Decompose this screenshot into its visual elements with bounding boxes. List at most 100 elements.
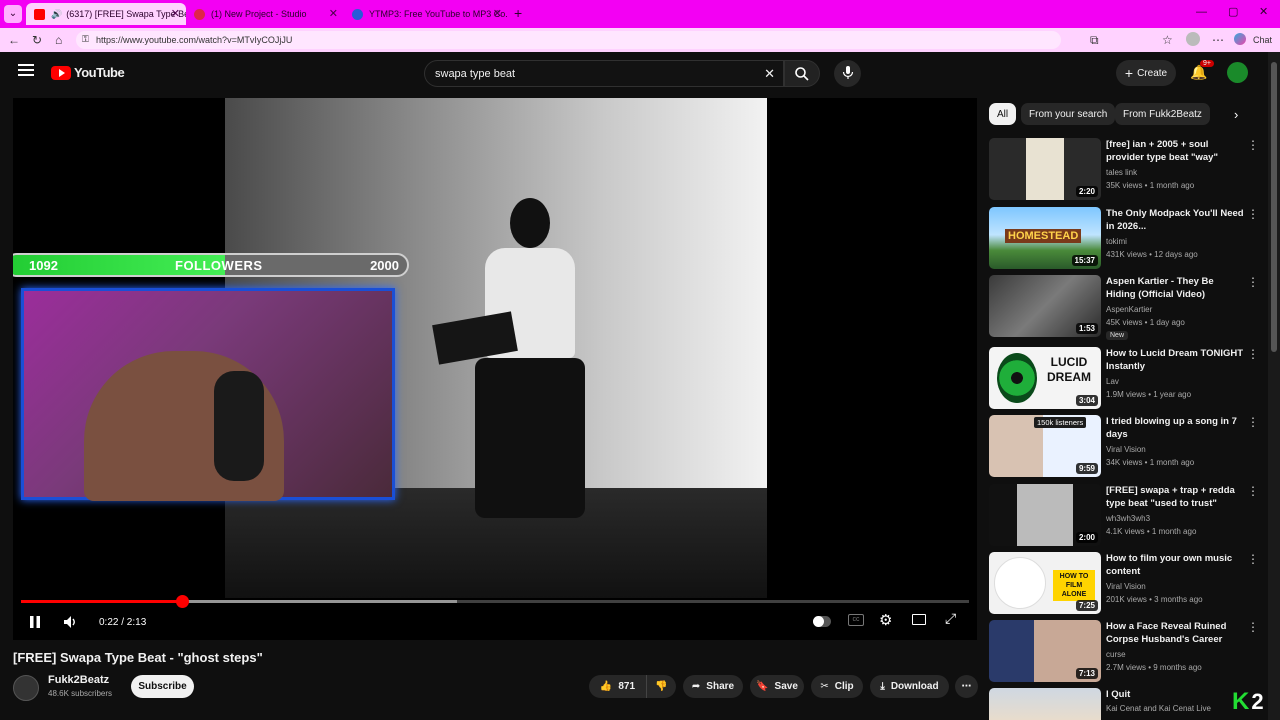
pause-button[interactable] <box>29 615 41 632</box>
address-field[interactable]: ⚿ https://www.youtube.com/watch?v=MTvIyC… <box>76 31 1061 49</box>
voice-search-button[interactable] <box>834 60 861 87</box>
more-vert-icon[interactable]: ⋮ <box>1247 415 1259 429</box>
fullscreen-icon[interactable]: ⤢ <box>945 610 956 627</box>
tab-list-icon[interactable]: ⌄ <box>4 5 22 23</box>
rec-title: How to Lucid Dream TONIGHT Instantly <box>1106 348 1244 372</box>
save-button[interactable]: 🔖 Save <box>750 675 804 698</box>
list-item[interactable]: 2:20 [free] ian + 2005 + soul provider t… <box>989 138 1265 202</box>
thumbnail-circle <box>994 557 1046 609</box>
video-thumbnail: HOW TO FILM ALONE 7:25 <box>989 552 1101 614</box>
duration-badge: 7:25 <box>1075 600 1098 611</box>
list-item[interactable]: 7:13 How a Face Reveal Ruined Corpse Hus… <box>989 620 1265 684</box>
tab-studio[interactable]: (1) New Project - Studio ✕ <box>186 3 344 25</box>
channel-avatar[interactable] <box>13 675 39 701</box>
progress-bar[interactable] <box>21 595 969 608</box>
chip-from-channel[interactable]: From Fukk2Beatz <box>1115 103 1210 125</box>
chip-all[interactable]: All <box>989 103 1017 125</box>
close-icon[interactable]: ✕ <box>493 7 502 20</box>
list-item[interactable]: 1:53 Aspen Kartier - They Be Hiding (Off… <box>989 275 1265 340</box>
autoplay-toggle[interactable] <box>813 616 831 627</box>
scrollbar-thumb[interactable] <box>1271 62 1277 352</box>
thumbs-up-icon: 👍 <box>599 681 613 692</box>
volume-button[interactable] <box>63 615 79 632</box>
rec-channel: tokimi <box>1106 237 1127 246</box>
notification-count-badge: 9+ <box>1200 60 1214 67</box>
rec-meta: 45K views • 1 day ago <box>1106 318 1185 327</box>
hamburger-menu-icon[interactable] <box>18 64 34 76</box>
new-tab-button[interactable]: + <box>514 5 522 21</box>
list-item[interactable]: HOMESTEAD 15:37 The Only Modpack You'll … <box>989 207 1265 271</box>
captions-icon[interactable]: cc <box>848 614 864 626</box>
more-actions-button[interactable]: ⋯ <box>955 675 978 698</box>
settings-gear-icon[interactable]: ⚙ <box>879 611 892 629</box>
profile-icon[interactable] <box>1186 32 1200 46</box>
rec-channel: AspenKartier <box>1106 305 1153 314</box>
favorites-icon[interactable]: ☆ <box>1162 33 1173 47</box>
miniplayer-icon[interactable] <box>912 614 926 625</box>
headphones-icon <box>214 371 264 481</box>
page-scrollbar[interactable] <box>1268 52 1280 720</box>
clip-button[interactable]: ✂ Clip <box>811 675 863 698</box>
notifications-button[interactable]: 🔔 9+ <box>1190 60 1214 82</box>
list-item[interactable]: LUCID DREAM 3:04 How to Lucid Dream TONI… <box>989 347 1265 411</box>
chips-next-icon[interactable]: › <box>1234 107 1238 122</box>
list-item[interactable]: 2:00 [FREE] swapa + trap + redda type be… <box>989 484 1265 548</box>
window-close-icon[interactable]: ✕ <box>1259 5 1268 18</box>
video-person <box>432 198 595 558</box>
more-vert-icon[interactable]: ⋮ <box>1247 552 1259 566</box>
subscribe-button[interactable]: Subscribe <box>131 675 194 698</box>
download-button[interactable]: ⤓ Download <box>870 675 949 698</box>
chat-label[interactable]: Chat <box>1253 35 1272 45</box>
search-button[interactable] <box>784 60 820 87</box>
chip-from-search[interactable]: From your search <box>1021 103 1116 125</box>
duration-badge: 2:00 <box>1075 532 1098 543</box>
video-thumbnail: HOMESTEAD 15:37 <box>989 207 1101 269</box>
like-button[interactable]: 👍 871 <box>589 675 646 698</box>
dislike-button[interactable]: 👎 <box>646 675 676 698</box>
list-item[interactable]: I Quit Kai Cenat and Kai Cenat Live <box>989 688 1265 720</box>
site-info-icon[interactable]: ⚿ <box>82 34 89 45</box>
channel-name[interactable]: Fukk2Beatz <box>48 674 109 686</box>
webcam-overlay <box>21 288 395 501</box>
maximize-icon[interactable]: ▢ <box>1228 5 1238 18</box>
subscriber-count: 48.6K subscribers <box>48 689 113 698</box>
create-button[interactable]: + Create <box>1116 60 1176 86</box>
more-vert-icon[interactable]: ⋮ <box>1247 484 1259 498</box>
more-vert-icon[interactable]: ⋮ <box>1247 620 1259 634</box>
ytmp3-favicon-icon <box>352 8 363 20</box>
list-item[interactable]: 150k listeners 9:59 I tried blowing up a… <box>989 415 1265 479</box>
share-button[interactable]: ➦ Share <box>683 675 743 698</box>
video-thumbnail <box>989 688 1101 720</box>
list-item[interactable]: HOW TO FILM ALONE 7:25 How to film your … <box>989 552 1265 616</box>
video-player[interactable]: 1092 FOLLOWERS 2000 0:22 / 2:13 cc ⚙ ⤢ <box>13 98 977 640</box>
rec-channel: Viral Vision <box>1106 445 1146 454</box>
clear-search-icon[interactable]: ✕ <box>764 66 775 82</box>
avatar[interactable] <box>1227 62 1248 83</box>
rec-title: The Only Modpack You'll Need in 2026... <box>1106 208 1244 232</box>
duration-badge: 7:13 <box>1075 668 1098 679</box>
close-icon[interactable]: ✕ <box>329 7 338 20</box>
youtube-logo[interactable]: YouTube <box>51 65 125 80</box>
share-icon: ➦ <box>691 681 701 692</box>
search-input[interactable]: swapa type beat ✕ <box>424 60 784 87</box>
reload-icon[interactable]: ↻ <box>32 33 42 47</box>
progress-scrubber[interactable] <box>176 595 190 608</box>
more-vert-icon[interactable]: ⋮ <box>1247 347 1259 361</box>
back-icon[interactable]: ← <box>8 33 20 47</box>
more-vert-icon[interactable]: ⋮ <box>1247 275 1259 289</box>
tab-youtube[interactable]: 🔊 (6317) [FREE] Swapa Type Be... ✕ <box>26 3 186 25</box>
extensions-icon[interactable]: ⧉ <box>1090 33 1099 48</box>
tab-ytmp3[interactable]: YTMP3: Free YouTube to MP3 Co... ✕ <box>344 3 508 25</box>
thumbs-down-icon: 👎 <box>655 681 668 692</box>
duration-badge: 1:53 <box>1075 323 1098 334</box>
thumbnail-label: 150k listeners <box>1034 417 1087 428</box>
more-vert-icon[interactable]: ⋮ <box>1247 138 1259 152</box>
copilot-icon[interactable] <box>1234 33 1246 45</box>
pause-icon <box>30 616 40 628</box>
more-vert-icon[interactable]: ⋮ <box>1247 207 1259 221</box>
close-icon[interactable]: ✕ <box>171 7 180 20</box>
home-icon[interactable]: ⌂ <box>55 33 62 47</box>
minimize-icon[interactable]: — <box>1196 6 1207 18</box>
rec-title: How to film your own music content <box>1106 553 1233 577</box>
menu-dots-icon[interactable]: ⋯ <box>1212 33 1224 47</box>
